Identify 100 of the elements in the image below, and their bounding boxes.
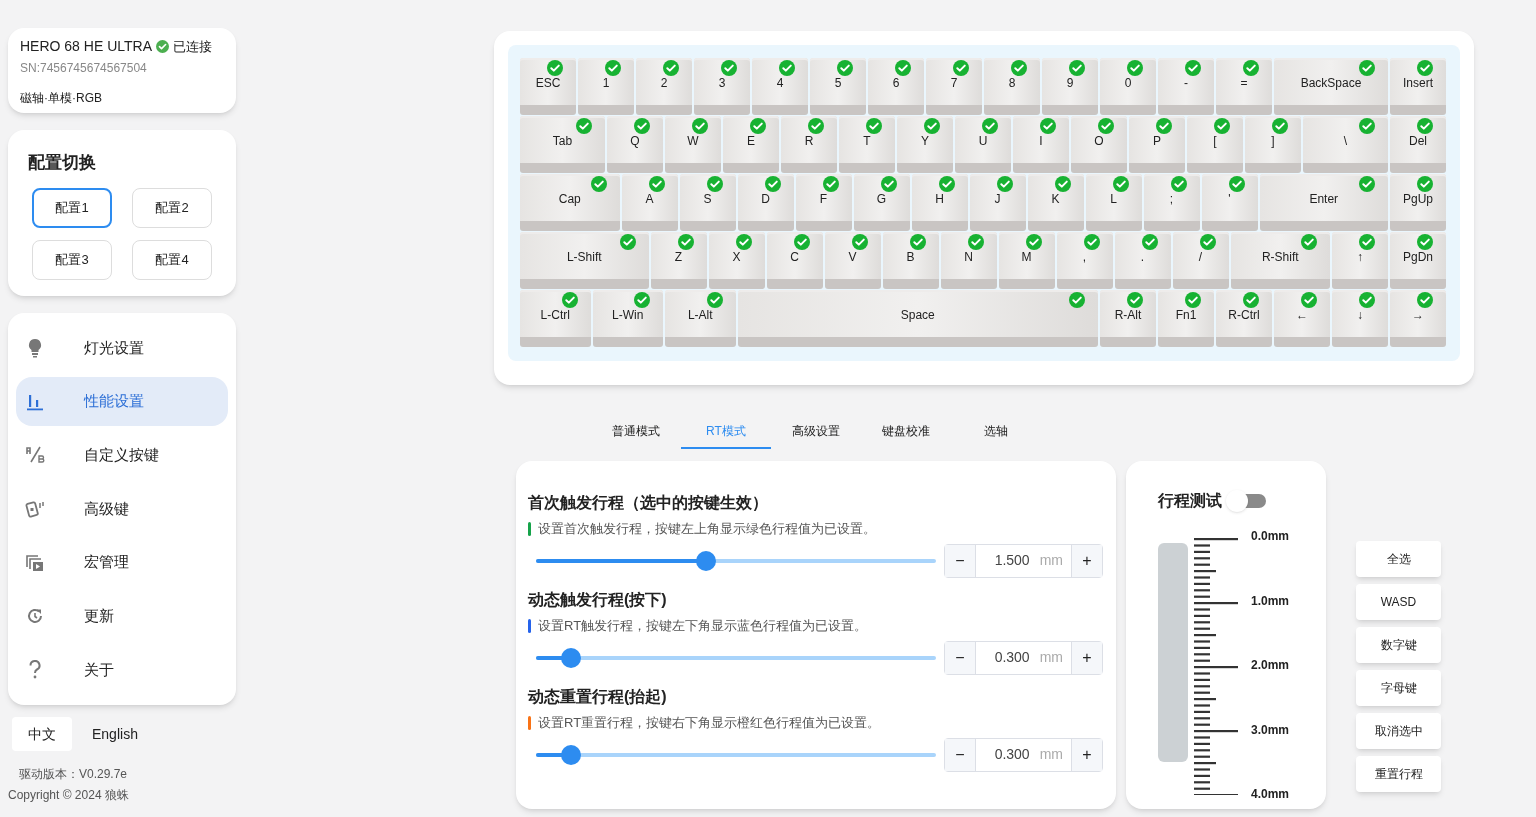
keycap[interactable]: C [766, 232, 823, 289]
selection-button[interactable]: 取消选中 [1356, 713, 1441, 749]
keycap[interactable]: I [1013, 116, 1069, 173]
profile-button[interactable]: 配置3 [32, 239, 112, 280]
keycap[interactable]: F [795, 174, 852, 231]
slider[interactable] [536, 550, 936, 571]
keycap[interactable]: Z [650, 232, 707, 289]
keycap[interactable]: L [1085, 174, 1142, 231]
keycap[interactable]: M [998, 232, 1055, 289]
keycap[interactable]: L-Ctrl [520, 290, 591, 347]
keycap[interactable]: Del [1390, 116, 1446, 173]
keycap[interactable]: J [969, 174, 1026, 231]
keycap[interactable]: 1 [578, 58, 634, 115]
menu-item[interactable]: 自定义按键 [16, 430, 228, 481]
keycap[interactable]: R-Ctrl [1216, 290, 1272, 347]
keycap[interactable]: ← [1274, 290, 1330, 347]
tab[interactable]: 键盘校准 [861, 411, 951, 449]
keycap[interactable]: \ [1303, 116, 1388, 173]
keycap[interactable]: Fn1 [1158, 290, 1214, 347]
keycap[interactable]: [ [1187, 116, 1243, 173]
menu-item[interactable]: 关于 [16, 645, 228, 696]
tab[interactable]: 普通模式 [591, 411, 681, 449]
keycap[interactable]: L-Win [592, 290, 663, 347]
keycap[interactable]: 8 [984, 58, 1040, 115]
keycap[interactable]: 4 [752, 58, 808, 115]
keycap[interactable]: P [1129, 116, 1185, 173]
slider-thumb[interactable] [561, 744, 581, 765]
keycap[interactable]: R-Shift [1230, 232, 1330, 289]
keycap[interactable]: Cap [520, 174, 620, 231]
keycap[interactable]: Insert [1390, 58, 1446, 115]
keycap[interactable]: ↑ [1332, 232, 1388, 289]
keycap[interactable]: B [882, 232, 939, 289]
setting-title: 动态重置行程(抬起) [528, 687, 668, 707]
keycap[interactable]: E [723, 116, 779, 173]
keycap[interactable]: Y [897, 116, 953, 173]
keycap[interactable]: W [665, 116, 721, 173]
selection-button[interactable]: WASD [1356, 584, 1441, 620]
keycap[interactable]: Q [607, 116, 663, 173]
selection-button[interactable]: 数字键 [1356, 627, 1441, 663]
keycap[interactable]: H [911, 174, 968, 231]
keycap[interactable]: S [679, 174, 736, 231]
keycap[interactable]: G [853, 174, 910, 231]
profile-button[interactable]: 配置2 [132, 187, 212, 228]
keycap[interactable]: 3 [694, 58, 750, 115]
keycap[interactable]: R-Alt [1100, 290, 1156, 347]
keycap[interactable]: ; [1143, 174, 1200, 231]
keycap[interactable]: A [621, 174, 678, 231]
selection-button[interactable]: 全选 [1356, 541, 1441, 577]
keycap[interactable]: BackSpace [1274, 58, 1388, 115]
slider-thumb[interactable] [561, 647, 581, 668]
menu-item[interactable]: 更新 [16, 591, 228, 642]
keycap[interactable]: ESC [520, 58, 576, 115]
keycap[interactable]: ' [1201, 174, 1258, 231]
keycap[interactable]: L-Alt [665, 290, 736, 347]
tab[interactable]: 选轴 [951, 411, 1041, 449]
menu-item[interactable]: 高级键 [16, 484, 228, 534]
keycap[interactable]: T [839, 116, 895, 173]
keycap[interactable]: K [1027, 174, 1084, 231]
profile-button[interactable]: 配置1 [32, 187, 112, 228]
keycap[interactable]: ↓ [1332, 290, 1388, 347]
profile-button[interactable]: 配置4 [132, 239, 212, 280]
language-button[interactable]: 中文 [12, 717, 72, 751]
keycap[interactable]: N [940, 232, 997, 289]
keycap[interactable]: = [1216, 58, 1272, 115]
keycap[interactable]: 5 [810, 58, 866, 115]
menu-item[interactable]: 宏管理 [16, 537, 228, 588]
keycap[interactable]: Space [737, 290, 1098, 347]
setting-description: 设置RT触发行程，按键左下角显示蓝色行程值为已设置。 [538, 617, 868, 635]
keycap[interactable]: 7 [926, 58, 982, 115]
menu-item[interactable]: 灯光设置 [16, 323, 228, 373]
keycap[interactable]: / [1172, 232, 1229, 289]
scale-label: 2.0mm [1251, 658, 1290, 672]
slider[interactable] [536, 744, 936, 765]
keycap[interactable]: D [737, 174, 794, 231]
slider-thumb[interactable] [696, 550, 716, 571]
keycap[interactable]: PgDn [1390, 232, 1446, 289]
slider[interactable] [536, 647, 936, 668]
keycap[interactable]: 9 [1042, 58, 1098, 115]
keycap[interactable]: ] [1245, 116, 1301, 173]
tab[interactable]: 高级设置 [771, 411, 861, 449]
keycap[interactable]: Tab [520, 116, 605, 173]
keycap[interactable]: 0 [1100, 58, 1156, 115]
selection-button[interactable]: 重置行程 [1356, 756, 1441, 792]
keycap[interactable]: PgUp [1390, 174, 1446, 231]
keycap[interactable]: → [1390, 290, 1446, 347]
keycap[interactable]: O [1071, 116, 1127, 173]
keycap[interactable]: 2 [636, 58, 692, 115]
keycap[interactable]: L-Shift [520, 232, 649, 289]
selection-button[interactable]: 字母键 [1356, 670, 1441, 706]
keycap[interactable]: - [1158, 58, 1214, 115]
keycap[interactable]: V [824, 232, 881, 289]
keycap[interactable]: U [955, 116, 1011, 173]
keycap[interactable]: Enter [1259, 174, 1388, 231]
keycap[interactable]: , [1056, 232, 1113, 289]
keycap[interactable]: . [1114, 232, 1171, 289]
keycap[interactable]: 6 [868, 58, 924, 115]
menu-item[interactable]: 性能设置 [16, 376, 228, 427]
language-button[interactable]: English [76, 717, 154, 751]
keycap[interactable]: R [781, 116, 837, 173]
keycap[interactable]: X [708, 232, 765, 289]
